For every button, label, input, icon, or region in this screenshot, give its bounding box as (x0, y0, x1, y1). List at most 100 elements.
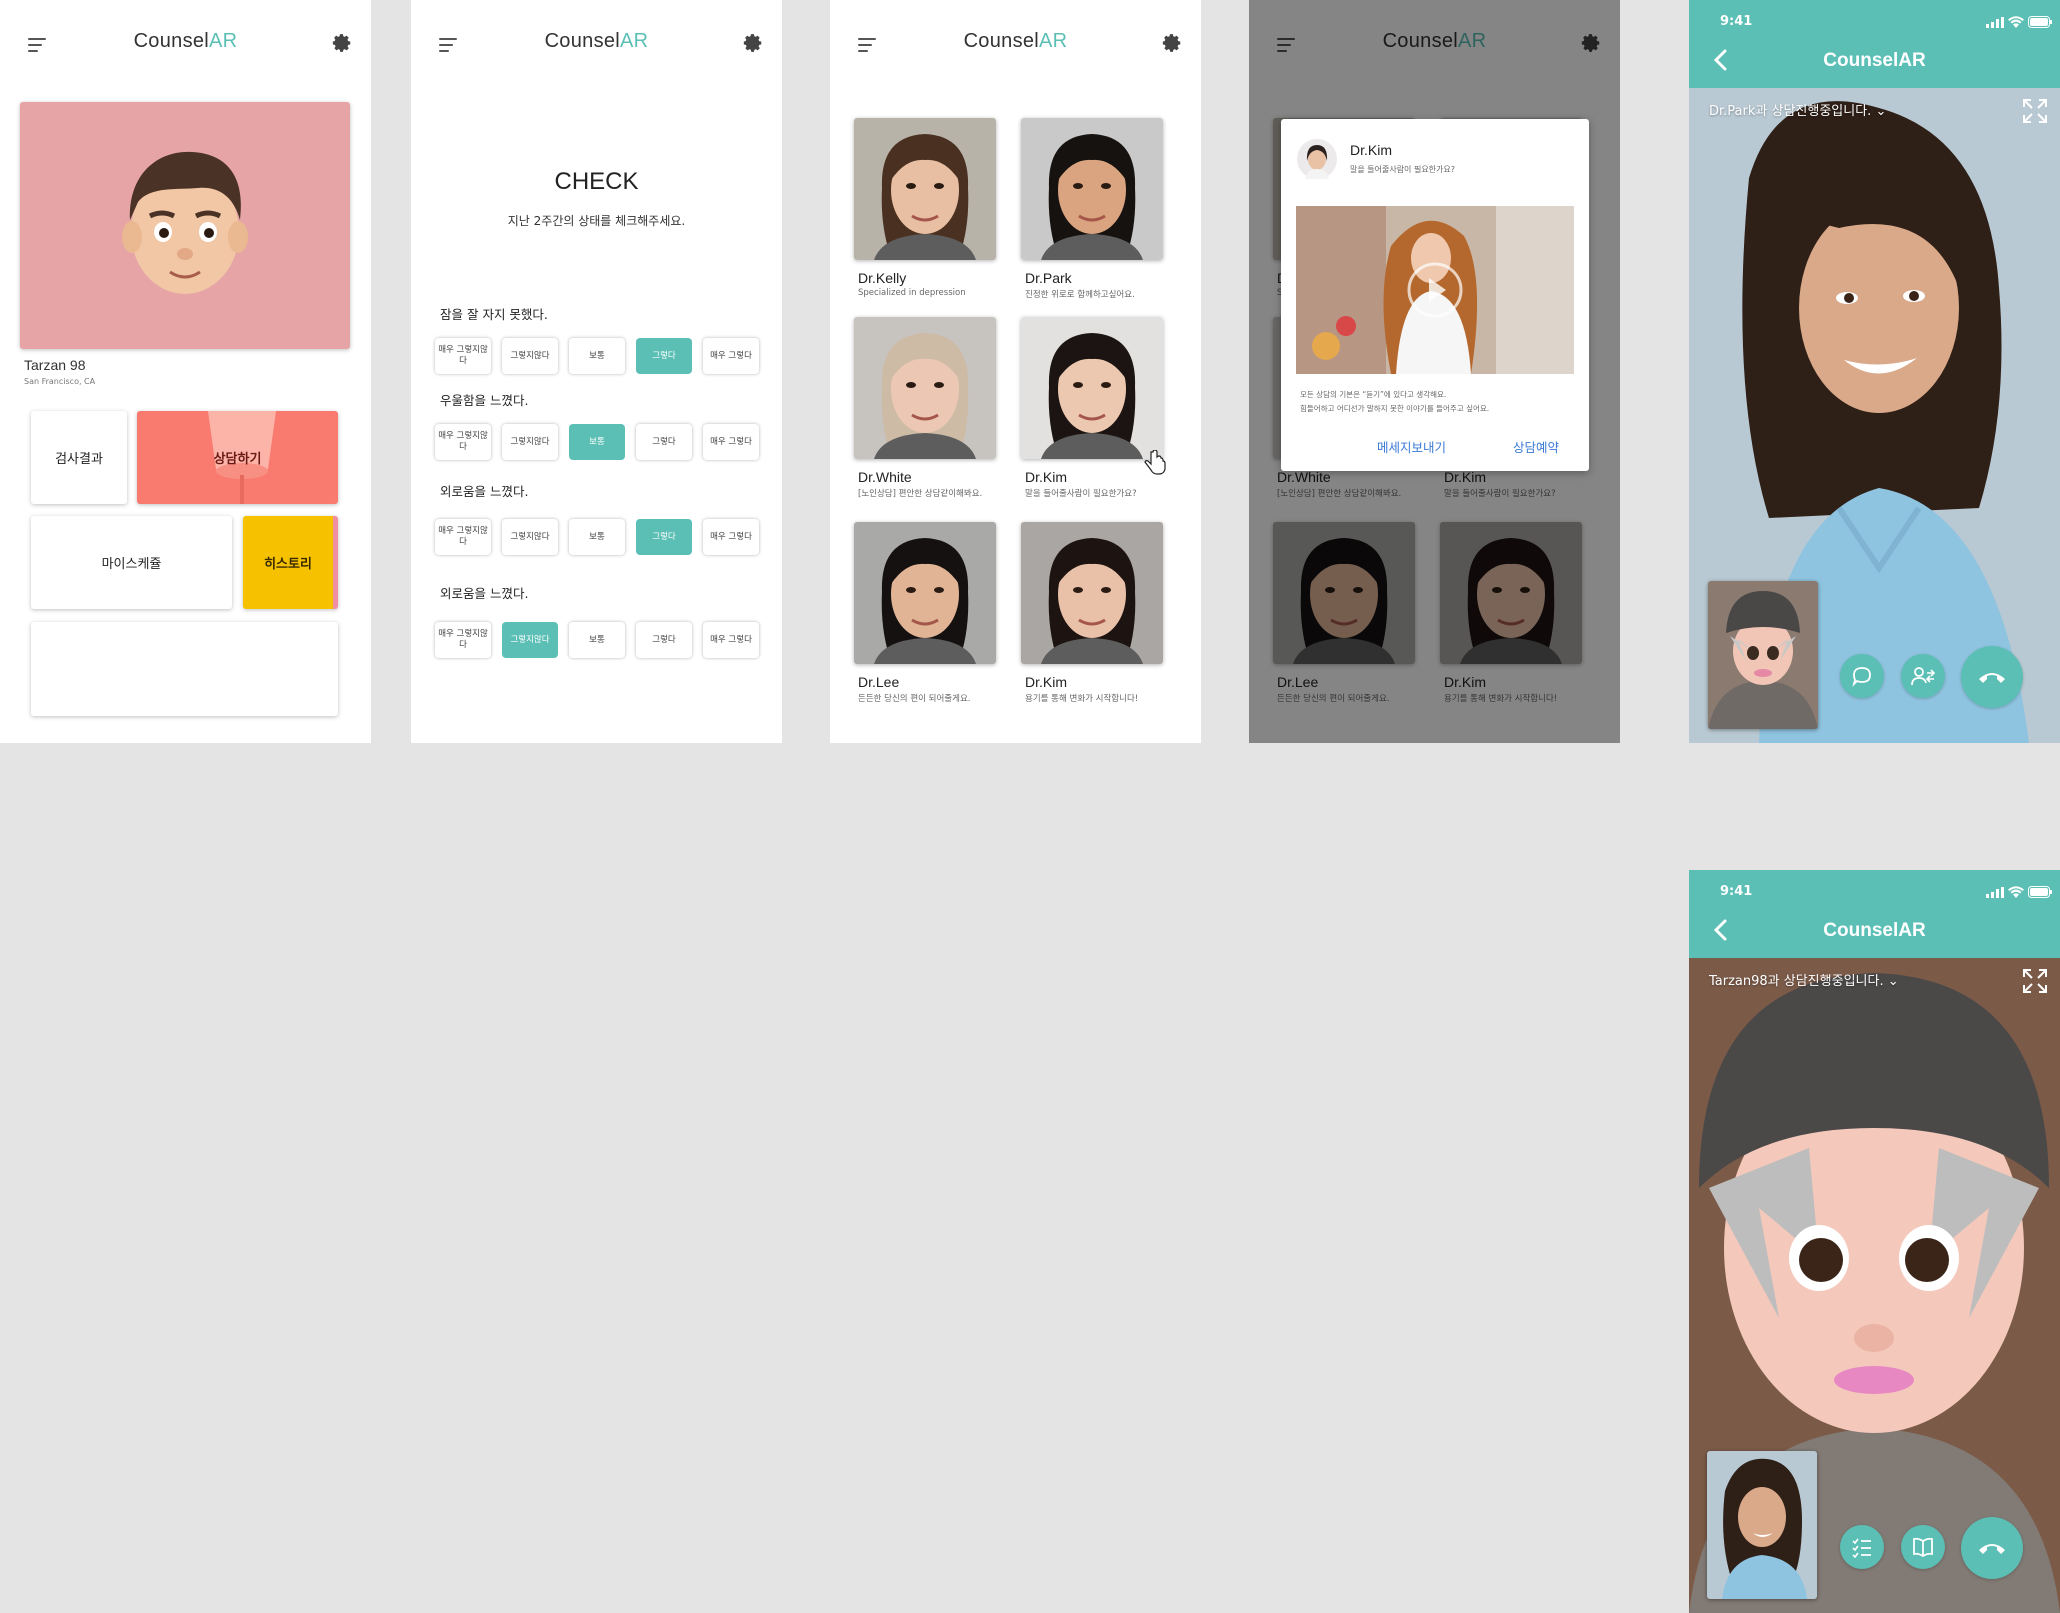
self-view-pip[interactable] (1708, 581, 1818, 729)
signal-icon (1986, 887, 2004, 898)
doctor-portrait (1021, 317, 1163, 459)
counselor-thumbnail (1707, 1451, 1817, 1599)
chevron-down-icon: ⌄ (1887, 974, 1899, 989)
switch-user-button[interactable] (1901, 654, 1945, 698)
doctor-detail-screen: CounselAR Dr.KellySpecialized in depress… (1249, 0, 1620, 743)
app-logo: CounselAR (133, 30, 238, 52)
answer-option[interactable]: 매우 그렇다 (703, 424, 759, 460)
hang-up-phone-icon (1979, 1544, 2005, 1554)
answer-option[interactable]: 매우 그렇지않다 (435, 622, 491, 658)
call-status-label[interactable]: Dr.Park과 상담진행중입니다. ⌄ (1709, 100, 1886, 119)
answer-option[interactable]: 그렇지않다 (502, 622, 558, 658)
home-screen: CounselAR Tarzan 98 San Francisco, CA 검사… (0, 0, 371, 743)
call-status-label[interactable]: Tarzan98과 상담진행중입니다. ⌄ (1709, 970, 1899, 989)
call-header-title: CounselAR (1823, 50, 1926, 71)
self-view-pip[interactable] (1707, 1451, 1817, 1599)
answer-option[interactable]: 그렇다 (636, 338, 692, 374)
clock: 9:41 (1720, 884, 1753, 899)
clock: 9:41 (1720, 14, 1753, 29)
doctor-description: 말을 들어줄사람이 필요한가요? (1025, 489, 1137, 499)
send-message-button[interactable]: 메세지보내기 (1377, 437, 1446, 456)
answer-option[interactable]: 매우 그렇다 (703, 338, 759, 374)
doctor-card[interactable]: Dr.Kim 용기를 통해 변화가 시작합니다! (1021, 522, 1171, 704)
answer-option[interactable]: 보통 (569, 424, 625, 460)
answer-group-1: 매우 그렇지않다 그렇지않다 보통 그렇다 매우 그렇다 (435, 338, 759, 374)
answer-option[interactable]: 그렇지않다 (502, 519, 558, 555)
doctor-card[interactable]: Dr.White [노인상담] 편안한 상담같이해봐요. (854, 317, 1004, 499)
doctor-photo (854, 522, 996, 664)
answer-option[interactable]: 매우 그렇다 (703, 519, 759, 555)
user-avatar-card[interactable] (20, 102, 350, 349)
chevron-down-icon: ⌄ (1875, 104, 1887, 119)
intro-video[interactable] (1296, 206, 1574, 374)
doctor-card[interactable]: Dr.Lee 든든한 당신의 편이 되어줄게요. (854, 522, 1004, 704)
question-1: 잠을 잘 자지 못했다. (440, 307, 548, 322)
question-3: 외로움을 느꼈다. (440, 484, 529, 499)
doctor-portrait (1021, 522, 1163, 664)
book-session-button[interactable]: 상담예약 (1513, 437, 1559, 456)
answer-option[interactable]: 그렇지않다 (502, 424, 558, 460)
call-status-text: Tarzan98과 상담진행중입니다. (1709, 974, 1884, 989)
ar-avatar-thumbnail (1708, 581, 1818, 729)
answer-option[interactable]: 매우 그렇지않다 (435, 424, 491, 460)
chat-bubble-icon (1852, 667, 1871, 687)
doctor-card[interactable]: Dr.Park 진정한 위로로 함께하고싶어요. (1021, 118, 1171, 300)
check-screen: CounselAR CHECK 지난 2주간의 상태를 체크해주세요. 잠을 잘… (411, 0, 782, 743)
video-call-screen-2: 9:41 CounselAR Tarzan98과 상담진행중입니다. ⌄ (1689, 870, 2060, 1613)
history-tile[interactable]: 히스토리 (243, 516, 338, 609)
top-bar: CounselAR (411, 0, 782, 90)
test-results-label: 검사결과 (55, 452, 103, 467)
answer-option[interactable]: 매우 그렇지않다 (435, 338, 491, 374)
answer-option[interactable]: 보통 (569, 622, 625, 658)
test-results-tile[interactable]: 검사결과 (31, 411, 127, 504)
checklist-icon (1852, 1538, 1871, 1558)
doctor-name: Dr.Lee (858, 674, 900, 690)
answer-option[interactable]: 매우 그렇지않다 (435, 519, 491, 555)
checklist-button[interactable] (1840, 1525, 1884, 1569)
doctor-photo (854, 317, 996, 459)
open-book-icon (1913, 1537, 1933, 1557)
answer-option[interactable]: 매우 그렇다 (703, 622, 759, 658)
app-logo: CounselAR (963, 30, 1068, 52)
settings-gear-icon[interactable] (1161, 32, 1183, 54)
settings-gear-icon[interactable] (742, 32, 764, 54)
fullscreen-expand-icon[interactable] (2022, 98, 2048, 124)
battery-icon (2028, 16, 2052, 28)
wifi-icon (2008, 886, 2024, 898)
empty-tile[interactable] (31, 622, 338, 716)
settings-gear-icon[interactable] (331, 32, 353, 54)
answer-option[interactable]: 보통 (569, 338, 625, 374)
answer-option[interactable]: 그렇다 (636, 622, 692, 658)
hand-cursor-icon (1144, 450, 1166, 475)
doctor-portrait (854, 317, 996, 459)
call-status-text: Dr.Park과 상담진행중입니다. (1709, 104, 1872, 119)
journal-button[interactable] (1901, 1525, 1945, 1569)
modal-description: 모든 상담의 기본은 “듣기”에 있다고 생각해요. 힘들어하고 어디선가 말하… (1300, 388, 1489, 416)
battery-icon (2028, 886, 2052, 898)
end-call-button[interactable] (1961, 646, 2023, 708)
doctor-photo (1021, 317, 1163, 459)
doctor-name: Dr.White (858, 469, 912, 485)
signal-icon (1986, 17, 2004, 28)
chat-button[interactable] (1840, 654, 1884, 698)
video-thumbnail (1296, 206, 1574, 374)
answer-option[interactable]: 그렇지않다 (502, 338, 558, 374)
hang-up-phone-icon (1979, 673, 2005, 683)
top-bar: CounselAR (0, 0, 371, 90)
counsel-tile[interactable]: 상담하기 (137, 411, 338, 504)
my-schedule-tile[interactable]: 마이스케쥴 (31, 516, 232, 609)
doctor-portrait (854, 118, 996, 260)
memoji-avatar (122, 151, 248, 294)
end-call-button[interactable] (1961, 1517, 2023, 1579)
user-location: San Francisco, CA (24, 377, 96, 386)
fullscreen-expand-icon[interactable] (2022, 968, 2048, 994)
doctor-portrait (1021, 118, 1163, 260)
answer-group-3: 매우 그렇지않다 그렇지않다 보통 그렇다 매우 그렇다 (435, 519, 759, 555)
doctor-photo (854, 118, 996, 260)
answer-option[interactable]: 그렇다 (636, 519, 692, 555)
answer-option[interactable]: 그렇다 (636, 424, 692, 460)
answer-option[interactable]: 보통 (569, 519, 625, 555)
doctor-card[interactable]: Dr.Kelly Specialized in depression (854, 118, 1004, 298)
doctor-name: Dr.Kelly (858, 270, 907, 286)
doctor-photo (1021, 118, 1163, 260)
